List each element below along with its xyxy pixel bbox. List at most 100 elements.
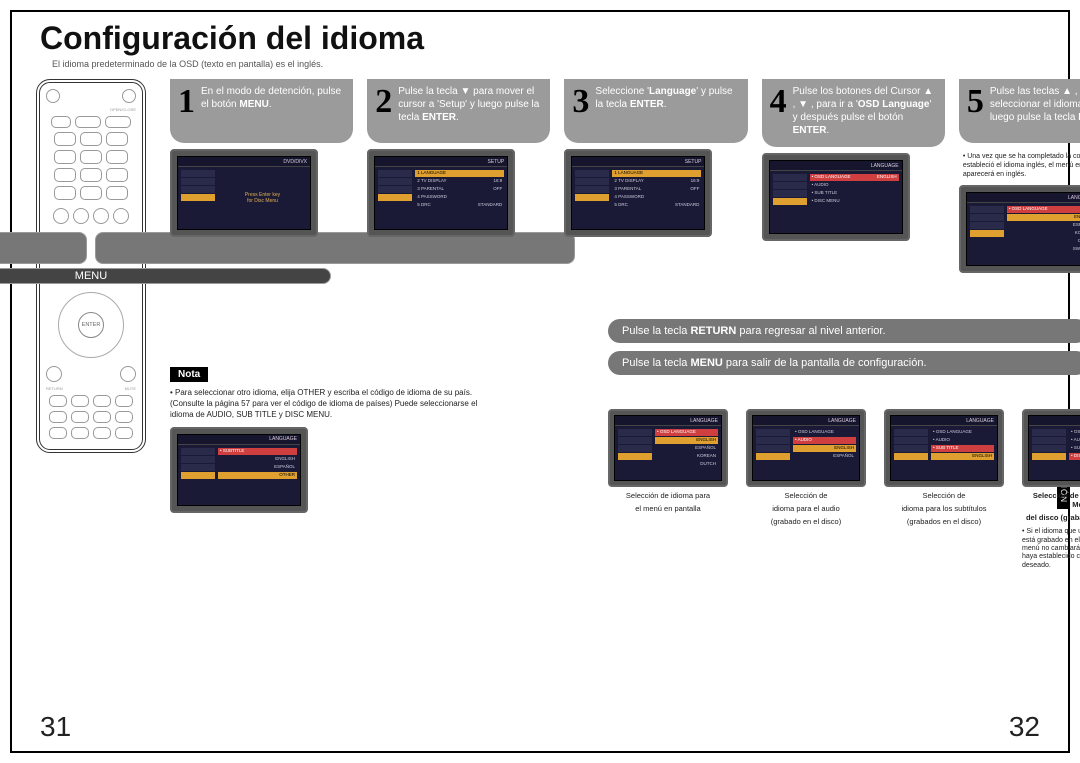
step-1-screen: DVD/DIVX Press Enter keyfor Disc Menu xyxy=(170,149,318,237)
remote-btn-8 xyxy=(80,168,102,182)
remote-label-mute: MUTE xyxy=(125,386,136,391)
step-1-text: En el modo de detención, pulse el botón … xyxy=(201,85,345,133)
remote-label-openclose: OPEN/CLOSE xyxy=(46,107,136,112)
button-hints: Pulse la tecla RETURN para regresar al n… xyxy=(608,319,1080,375)
step-4-screen: LANGUAGE • OSD LANGUAGEENGLISH • AUDIO •… xyxy=(762,153,910,241)
eject-icon xyxy=(122,89,136,103)
remote-btn-row8a xyxy=(49,395,67,407)
remote-btn-stop xyxy=(73,208,89,224)
steps-row: 1 En el modo de detención, pulse el botó… xyxy=(170,79,1080,273)
remote-column: OPEN/CLOSE xyxy=(36,79,156,751)
remote-btn-next xyxy=(113,208,129,224)
power-icon xyxy=(46,89,60,103)
remote-btn-row8c xyxy=(93,395,111,407)
remote-btn-play xyxy=(93,208,109,224)
step-3-num: 3 xyxy=(572,85,589,133)
nota-tag: Nota xyxy=(170,367,208,382)
caption-osd-line1: Selección de idioma para xyxy=(626,491,710,500)
page-numbers: 31 32 xyxy=(40,711,1040,743)
remote-dpad: ENTER xyxy=(58,292,124,358)
caption-audio-line2: idioma para el audio xyxy=(772,504,840,513)
remote-btn-mute xyxy=(120,366,136,382)
step-4-num: 4 xyxy=(770,85,787,137)
remote-btn-1 xyxy=(54,132,76,146)
step-5-head: 5 Pulse las teclas ▲ , ▼ para selecciona… xyxy=(959,79,1080,143)
remote-btn-dvd xyxy=(75,116,101,128)
remote-btn-cancel xyxy=(106,186,128,200)
remote-btn-row10c xyxy=(93,427,111,439)
remote-control-illustration: OPEN/CLOSE xyxy=(36,79,146,453)
step-2-head: 2 Pulse la tecla ▼ para mover el cursor … xyxy=(367,79,550,143)
remote-btn-0 xyxy=(80,186,102,200)
remote-btn-row9b xyxy=(71,411,89,423)
step-3-head: 3 Seleccione 'Language' y pulse la tecla… xyxy=(564,79,747,143)
remote-btn-7 xyxy=(54,168,76,182)
step-1-num: 1 xyxy=(178,85,195,133)
step-4-head: 4 Pulse los botones del Cursor ▲ , ▼ , p… xyxy=(762,79,945,147)
remote-btn-row9a xyxy=(49,411,67,423)
caption-subtitle-line2: idioma para los subtítulos xyxy=(901,504,986,513)
caption-discmenu-line1: Selección de idioma para el Menú xyxy=(1022,491,1080,509)
caption-discmenu-extra: • Si el idioma que usted seleccionó no e… xyxy=(1022,526,1080,570)
step-1: 1 En el modo de detención, pulse el botó… xyxy=(170,79,353,273)
remote-btn-volume xyxy=(0,232,87,264)
remote-btn-2 xyxy=(80,132,102,146)
step-3-text: Seleccione 'Language' y pulse la tecla E… xyxy=(595,85,739,133)
page-subtitle: El idioma predeterminado de la OSD (text… xyxy=(12,57,1068,73)
remote-btn-row9d xyxy=(115,411,133,423)
nota-screen: LANGUAGE • SUBTITLE ENGLISH ESPAÑOL OTHE… xyxy=(170,427,308,513)
step-5: 5 Pulse las teclas ▲ , ▼ para selecciona… xyxy=(959,79,1080,273)
hint-menu: Pulse la tecla MENU para salir de la pan… xyxy=(608,351,1080,375)
remote-btn-row10a xyxy=(49,427,67,439)
caption-audio-line3: (grabado en el disco) xyxy=(771,517,841,526)
remote-btn-row10d xyxy=(115,427,133,439)
step-2-num: 2 xyxy=(375,85,392,133)
step-3: 3 Seleccione 'Language' y pulse la tecla… xyxy=(564,79,747,273)
caption-osd-line2: el menú en pantalla xyxy=(635,504,700,513)
remote-btn-aux xyxy=(51,116,71,128)
remote-btn-4 xyxy=(54,150,76,164)
step-4-text: Pulse los botones del Cursor ▲ , ▼ , par… xyxy=(793,85,937,137)
remote-btn-return xyxy=(46,366,62,382)
remote-btn-6 xyxy=(106,150,128,164)
step-1-head: 1 En el modo de detención, pulse el botó… xyxy=(170,79,353,143)
page-spread: Configuración del idioma El idioma prede… xyxy=(10,10,1070,753)
step-5-screen: LANGUAGE • OSD LANGUAGE ENGLISH ESPAÑOL … xyxy=(959,185,1080,273)
remote-btn-row8d xyxy=(115,395,133,407)
remote-label-return: RETURN xyxy=(46,386,63,391)
hint-return: Pulse la tecla RETURN para regresar al n… xyxy=(608,319,1080,343)
caption-discmenu-screen: LANGUAGE• OSD LANGUAGE• AUDIO• SUB TITLE… xyxy=(1022,409,1080,487)
nota-block: Nota • Para seleccionar otro idioma, eli… xyxy=(170,319,490,570)
step-5-num: 5 xyxy=(967,85,984,133)
caption-subtitle-screen: LANGUAGE• OSD LANGUAGE• AUDIO• SUB TITLE… xyxy=(884,409,1004,487)
caption-audio: LANGUAGE• OSD LANGUAGE• AUDIOENGLISHESPA… xyxy=(746,409,866,570)
caption-discmenu: LANGUAGE• OSD LANGUAGE• AUDIO• SUB TITLE… xyxy=(1022,409,1080,570)
remote-btn-row8b xyxy=(71,395,89,407)
caption-subtitle-line1: Selección de xyxy=(923,491,966,500)
caption-osd: LANGUAGE• OSD LANGUAGEENGLISHESPAÑOLKORE… xyxy=(608,409,728,570)
remote-btn-9 xyxy=(106,168,128,182)
step-2-text: Pulse la tecla ▼ para mover el cursor a … xyxy=(398,85,542,133)
right-lower: Pulse la tecla RETURN para regresar al n… xyxy=(518,319,1080,570)
step-5-text: Pulse las teclas ▲ , ▼ para seleccionar … xyxy=(990,85,1080,133)
caption-audio-screen: LANGUAGE• OSD LANGUAGE• AUDIOENGLISHESPA… xyxy=(746,409,866,487)
remote-btn-5 xyxy=(80,150,102,164)
caption-subtitle-line3: (grabados en el disco) xyxy=(907,517,981,526)
lower-area: Nota • Para seleccionar otro idioma, eli… xyxy=(170,319,1080,570)
content-area: OPEN/CLOSE xyxy=(12,73,1068,751)
step-3-screen: SETUP 1 LANGUAGE 2 TV DISPLAY16:9 3 PARE… xyxy=(564,149,712,237)
page-number-left: 31 xyxy=(40,711,71,743)
caption-osd-screen: LANGUAGE• OSD LANGUAGEENGLISHESPAÑOLKORE… xyxy=(608,409,728,487)
remote-btn-row9c xyxy=(93,411,111,423)
remote-btn-row10b xyxy=(71,427,89,439)
remote-btn-tuner xyxy=(105,116,131,128)
remote-btn-prev xyxy=(53,208,69,224)
nota-text: • Para seleccionar otro idioma, elija OT… xyxy=(170,388,490,420)
step-5-extra-note: • Una vez que se ha completado la config… xyxy=(959,149,1080,179)
remote-btn-enter: ENTER xyxy=(78,312,104,338)
caption-subtitle: LANGUAGE• OSD LANGUAGE• AUDIO• SUB TITLE… xyxy=(884,409,1004,570)
step-2: 2 Pulse la tecla ▼ para mover el cursor … xyxy=(367,79,550,273)
page-title: Configuración del idioma xyxy=(12,12,1068,57)
step-4: 4 Pulse los botones del Cursor ▲ , ▼ , p… xyxy=(762,79,945,273)
step-2-screen: SETUP 1 LANGUAGE 2 TV DISPLAY16:9 3 PARE… xyxy=(367,149,515,237)
